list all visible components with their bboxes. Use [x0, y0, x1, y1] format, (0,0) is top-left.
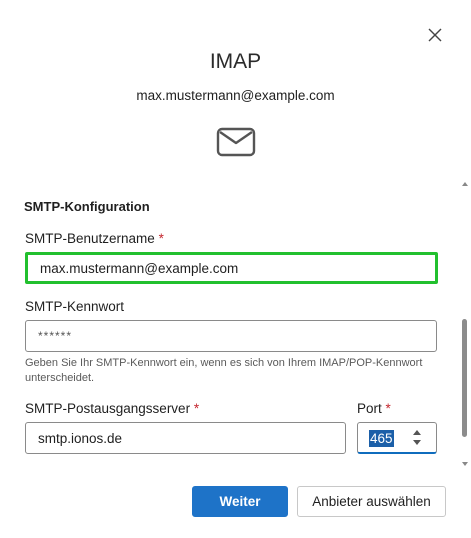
- smtp-username-label-text: SMTP-Benutzername: [25, 231, 155, 246]
- scroll-down-arrow-icon[interactable]: [462, 462, 468, 466]
- required-mark: *: [193, 401, 200, 416]
- close-button[interactable]: [424, 24, 446, 46]
- smtp-password-input[interactable]: [25, 320, 437, 352]
- chevron-up-icon[interactable]: [413, 430, 421, 435]
- smtp-username-input[interactable]: [25, 252, 438, 284]
- port-label: Port *: [357, 401, 391, 416]
- smtp-server-label-text: SMTP-Postausgangsserver: [25, 401, 191, 416]
- imap-setup-dialog: IMAP max.mustermann@example.com SMTP-Kon…: [0, 0, 471, 538]
- required-mark: *: [385, 401, 391, 416]
- section-title-smtp: SMTP-Konfiguration: [24, 199, 150, 214]
- envelope-icon: [216, 126, 256, 158]
- required-mark: *: [158, 231, 164, 246]
- smtp-server-input[interactable]: [25, 422, 346, 454]
- smtp-username-label: SMTP-Benutzername *: [25, 231, 164, 246]
- chevron-down-icon[interactable]: [413, 440, 421, 445]
- dialog-title: IMAP: [209, 50, 262, 73]
- scrollbar[interactable]: [460, 182, 469, 466]
- scrollbar-thumb[interactable]: [462, 319, 467, 437]
- choose-provider-button[interactable]: Anbieter auswählen: [297, 486, 446, 517]
- port-value: 465: [369, 430, 394, 447]
- port-input[interactable]: 465: [357, 422, 437, 454]
- scroll-up-arrow-icon[interactable]: [462, 182, 468, 186]
- smtp-password-hint: Geben Sie Ihr SMTP-Kennwort ein, wenn es…: [25, 357, 423, 384]
- smtp-password-label: SMTP-Kennwort: [25, 299, 125, 314]
- smtp-server-label: SMTP-Postausgangsserver *: [25, 401, 199, 416]
- port-label-text: Port: [357, 401, 382, 416]
- account-email: max.mustermann@example.com: [136, 88, 335, 103]
- close-icon: [428, 28, 442, 42]
- port-stepper[interactable]: [412, 428, 422, 448]
- next-button[interactable]: Weiter: [192, 486, 288, 517]
